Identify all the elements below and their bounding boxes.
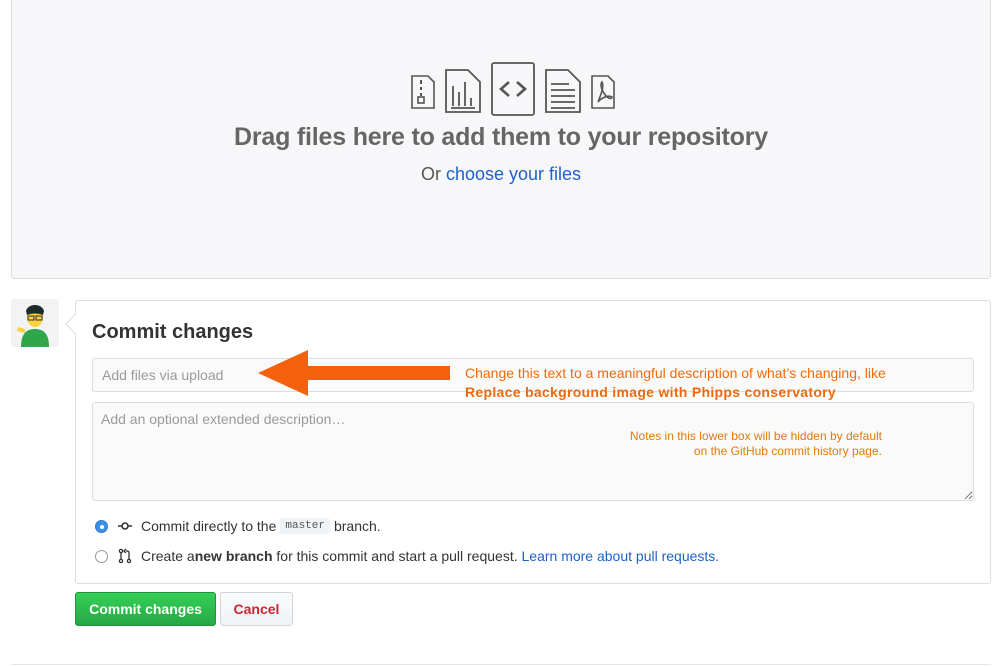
commit-direct-prefix: Commit directly to the [141, 518, 277, 534]
new-branch-option[interactable]: Create a new branch for this commit and … [95, 548, 719, 564]
text-file-icon [545, 69, 581, 113]
footer-divider [11, 664, 991, 665]
commit-direct-radio[interactable] [95, 519, 108, 533]
new-branch-radio[interactable] [95, 549, 108, 563]
arrow-annotation-icon [258, 350, 450, 396]
commit-changes-button[interactable]: Commit changes [75, 592, 216, 626]
avatar-image [11, 299, 59, 347]
drop-zone-subtext-prefix: Or [420, 164, 446, 184]
pull-request-icon [118, 548, 132, 564]
chart-file-icon [445, 69, 481, 113]
branch-name: master [280, 518, 330, 534]
drop-zone-subtext: Or choose your files [12, 164, 990, 185]
new-branch-suffix: for this commit and start a pull request… [272, 548, 522, 564]
git-commit-icon [118, 522, 132, 530]
commit-form: Commit changes Change this text to a mea… [65, 300, 991, 584]
choose-files-link[interactable]: choose your files [446, 164, 581, 184]
summary-annotation: Change this text to a meaningful descrip… [465, 364, 886, 402]
new-branch-bold: new branch [194, 548, 273, 564]
learn-more-pull-requests-link[interactable]: Learn more about pull requests. [522, 548, 720, 564]
zip-file-icon [411, 75, 435, 109]
summary-annotation-line1: Change this text to a meaningful descrip… [465, 365, 886, 381]
summary-annotation-line2: Replace background image with Phipps con… [465, 384, 837, 400]
description-annotation-line1: Notes in this lower box will be hidden b… [629, 429, 882, 443]
description-annotation: Notes in this lower box will be hidden b… [590, 429, 882, 459]
drop-zone-heading: Drag files here to add them to your repo… [234, 123, 768, 151]
file-type-icons [411, 62, 615, 116]
file-drop-zone[interactable]: Drag files here to add them to your repo… [11, 0, 991, 279]
cancel-button[interactable]: Cancel [220, 592, 293, 626]
commit-form-pointer [65, 314, 85, 334]
new-branch-prefix: Create a [141, 548, 195, 564]
avatar [11, 299, 59, 347]
commit-form-title: Commit changes [92, 321, 254, 343]
commit-direct-option[interactable]: Commit directly to the master branch. [95, 518, 381, 534]
code-file-icon [491, 62, 535, 116]
description-annotation-line2: on the GitHub commit history page. [693, 444, 882, 458]
commit-direct-suffix: branch. [333, 518, 381, 534]
pdf-file-icon [591, 75, 615, 109]
